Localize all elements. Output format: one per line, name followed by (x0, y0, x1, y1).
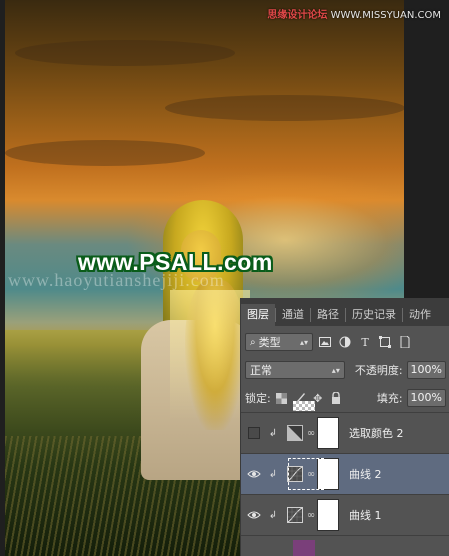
tab-paths[interactable]: 路径 (311, 304, 345, 326)
tab-layers[interactable]: 图层 (241, 304, 275, 326)
curves-adjustment-icon (285, 505, 305, 525)
layer-thumbnail (293, 540, 315, 556)
adjustment-filter-icon[interactable] (337, 334, 353, 350)
chevron-updown-icon: ▴▾ (299, 337, 308, 347)
panel-tabs: 图层 通道 路径 历史记录 动作 (241, 298, 449, 326)
visibility-toggle[interactable] (241, 495, 267, 535)
layers-panel: 图层 通道 路径 历史记录 动作 ⌕ 类型 ▴▾ T 正常 ▴▾ 不透明度: 1… (240, 298, 449, 556)
tab-channels[interactable]: 通道 (276, 304, 310, 326)
selective-color-adjustment-icon (285, 423, 305, 443)
tab-actions[interactable]: 动作 (403, 304, 437, 326)
layer-row[interactable]: ↲ ∞ 选取颜色 2 (241, 412, 449, 453)
filter-type-select[interactable]: ⌕ 类型 ▴▾ (245, 333, 313, 351)
chain-link-icon[interactable]: ∞ (305, 510, 317, 521)
image-filter-icon[interactable] (317, 334, 333, 350)
cloud (165, 95, 404, 121)
layer-name[interactable]: 选取颜色 2 (349, 425, 404, 441)
blend-row: 正常 ▴▾ 不透明度: 100% (241, 356, 449, 384)
visibility-toggle[interactable] (241, 413, 267, 453)
cloud (5, 140, 205, 166)
psall-watermark: www.PSALL.com (78, 249, 273, 275)
blend-mode-select[interactable]: 正常 ▴▾ (245, 361, 345, 379)
visibility-toggle[interactable] (241, 454, 267, 494)
eye-icon (247, 511, 261, 519)
light-glow (170, 290, 250, 420)
filter-row: ⌕ 类型 ▴▾ T (241, 328, 449, 356)
site-name-cn: 思缘设计论坛 (267, 10, 328, 21)
layer-name[interactable]: 曲线 2 (349, 466, 382, 482)
screenshot: 思缘设计论坛 WWW.MISSYUAN.COM www.haoyutianshe… (0, 0, 449, 556)
layer-name[interactable]: 曲线 1 (349, 507, 382, 523)
blend-mode-value: 正常 (250, 364, 272, 377)
hidden-eye-box-icon (248, 427, 260, 439)
opacity-label: 不透明度: (354, 364, 403, 377)
layer-mask-thumbnail[interactable] (317, 499, 339, 531)
layer-thumbnail (293, 401, 315, 411)
smart-object-filter-icon[interactable] (397, 334, 413, 350)
layer-row-partial[interactable] (241, 535, 449, 556)
layers-list: ↲ ∞ 选取颜色 2 ↲ ∞ 曲线 2 ↲ ∞ 曲线 1 (241, 401, 449, 556)
clip-arrow-icon: ↲ (268, 427, 278, 439)
eye-icon (247, 470, 261, 478)
shape-filter-icon[interactable] (377, 334, 393, 350)
filter-type-label: 类型 (258, 336, 281, 349)
chevron-updown-icon: ▴▾ (331, 365, 340, 375)
selection-brackets (288, 458, 324, 490)
layer-mask-thumbnail[interactable] (317, 417, 339, 449)
layer-row-selected[interactable]: ↲ ∞ 曲线 2 (241, 453, 449, 494)
search-icon: ⌕ (250, 336, 256, 348)
cloud (15, 40, 235, 66)
site-watermark: 思缘设计论坛 WWW.MISSYUAN.COM (267, 6, 441, 21)
clip-arrow-icon: ↲ (268, 468, 278, 480)
clip-arrow-icon: ↲ (268, 509, 278, 521)
opacity-input[interactable]: 100% (406, 361, 446, 379)
chain-link-icon[interactable]: ∞ (305, 428, 317, 439)
site-url: WWW.MISSYUAN.COM (330, 10, 441, 21)
layer-row-partial[interactable] (241, 400, 449, 412)
tab-history[interactable]: 历史记录 (346, 304, 402, 326)
layer-row[interactable]: ↲ ∞ 曲线 1 (241, 494, 449, 535)
type-filter-icon[interactable]: T (357, 334, 373, 350)
